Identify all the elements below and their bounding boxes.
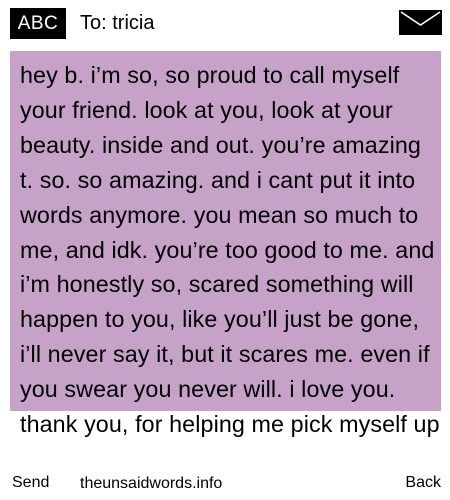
message-body[interactable]: hey b. i’m so, so proud to call myself y… <box>20 58 440 442</box>
watermark-text: theunsaidwords.info <box>80 475 223 492</box>
sms-compose-screen: ABC To: tricia hey b. i’m so, so proud t… <box>0 0 450 500</box>
recipient-field[interactable]: To: tricia <box>80 9 154 37</box>
send-softkey[interactable]: Send <box>12 473 49 493</box>
input-mode-badge[interactable]: ABC <box>10 8 66 39</box>
compose-header: ABC To: tricia <box>0 0 450 46</box>
envelope-icon <box>399 10 442 35</box>
back-softkey[interactable]: Back <box>405 473 441 493</box>
